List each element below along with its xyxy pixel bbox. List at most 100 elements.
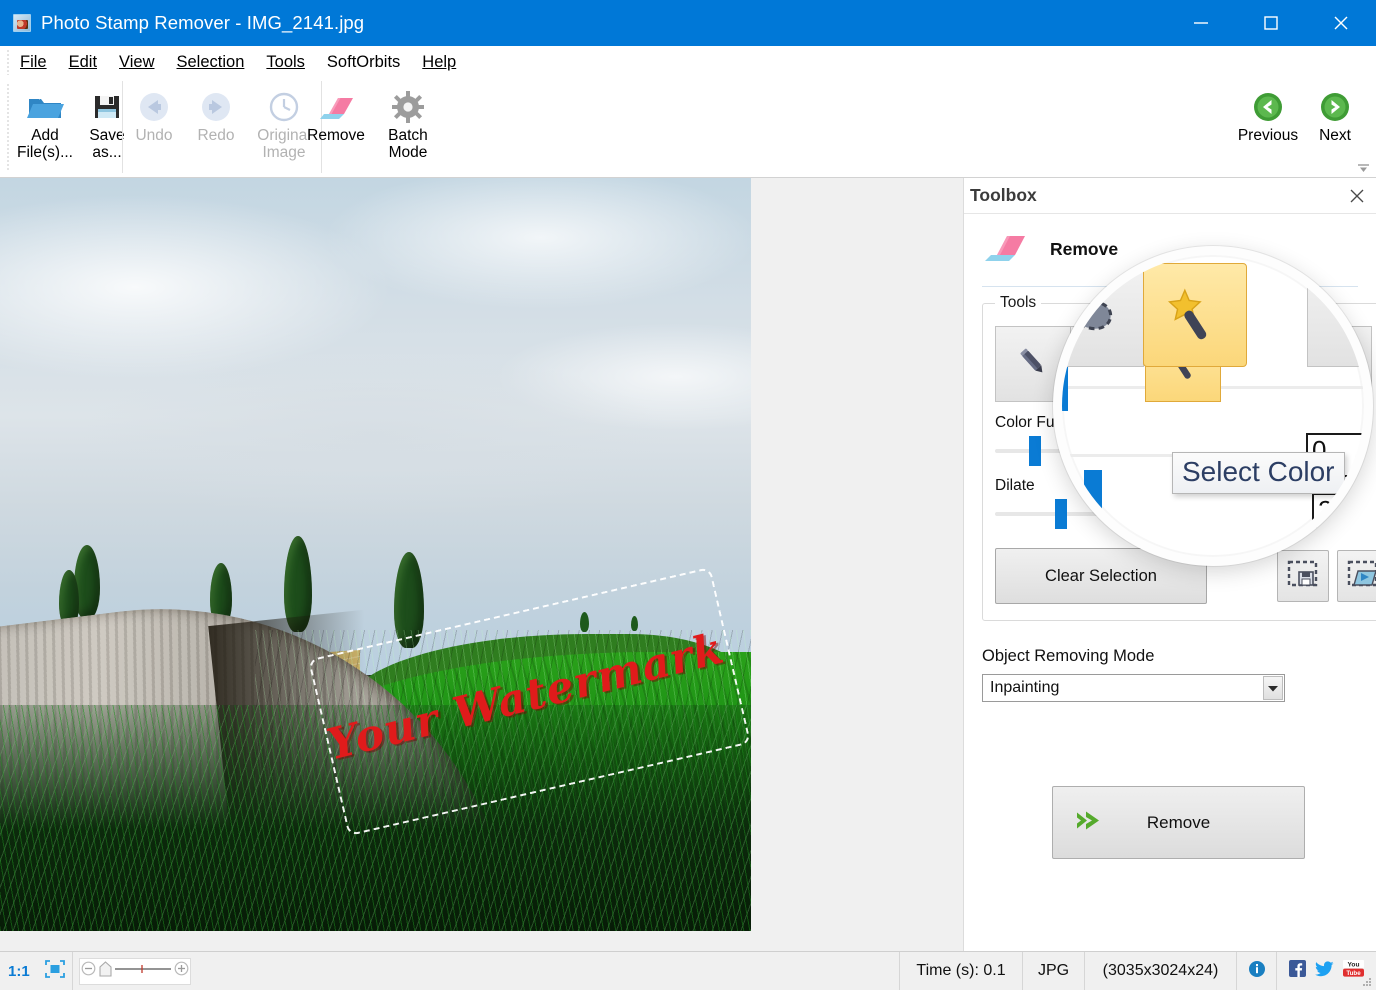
floppy-disk-icon xyxy=(92,88,122,126)
lasso-tool-button[interactable] xyxy=(1070,326,1146,402)
add-files-button[interactable]: Add File(s)... xyxy=(14,81,76,173)
info-button[interactable] xyxy=(1237,951,1277,990)
menu-bar: File Edit View Selection Tools SoftOrbit… xyxy=(0,46,1376,79)
dilate-thumb[interactable] xyxy=(1055,499,1067,529)
green-double-arrow-icon xyxy=(1073,805,1113,840)
object-removing-mode-select[interactable]: Inpainting xyxy=(982,674,1285,702)
menu-help[interactable]: Help xyxy=(411,51,467,74)
remove-ribbon-button[interactable]: Remove xyxy=(300,81,372,173)
app-icon xyxy=(13,14,31,32)
batch-mode-button[interactable]: Batch Mode xyxy=(372,81,444,173)
menu-file[interactable]: File xyxy=(9,51,58,74)
facebook-icon[interactable] xyxy=(1289,960,1306,982)
object-removing-mode-value: Inpainting xyxy=(990,679,1060,696)
status-spacer xyxy=(197,951,900,990)
status-bar: 1:1 Time (s): 0.1 JPG (3035x3024x24) You… xyxy=(0,951,1376,990)
remove-action-button[interactable]: Remove xyxy=(1052,786,1305,859)
menu-softorbits[interactable]: SoftOrbits xyxy=(316,51,411,74)
chevron-down-icon[interactable] xyxy=(1263,676,1283,700)
section-divider xyxy=(982,286,1358,287)
object-removing-mode-label: Object Removing Mode xyxy=(982,647,1155,665)
zoom-in-icon[interactable] xyxy=(174,961,189,981)
undo-label: Undo xyxy=(135,127,173,144)
twitter-icon[interactable] xyxy=(1315,960,1334,982)
more-options-icon[interactable] xyxy=(1357,161,1370,174)
previous-label: Previous xyxy=(1237,127,1299,144)
menu-view-label: View xyxy=(119,53,155,71)
zoom-home-handle-icon[interactable] xyxy=(99,960,112,982)
close-button[interactable] xyxy=(1306,0,1376,46)
toolbox-close-icon[interactable] xyxy=(1348,187,1366,205)
dilate-label: Dilate xyxy=(995,477,1035,494)
menu-softorbits-label: SoftOrbits xyxy=(326,53,401,71)
image-dimensions-label: (3035x3024x24) xyxy=(1085,951,1237,990)
save-selection-button[interactable] xyxy=(1277,550,1329,602)
minimize-button[interactable] xyxy=(1166,0,1236,46)
processing-time-label: Time (s): 0.1 xyxy=(900,951,1023,990)
image-canvas[interactable]: Your Watermark xyxy=(0,178,751,931)
stamp-tool-button[interactable] xyxy=(1296,326,1372,402)
tool-buttons-row xyxy=(995,326,1376,402)
zoom-track[interactable] xyxy=(114,962,171,980)
dilate-block: Dilate 2 xyxy=(995,477,1376,529)
next-button[interactable]: Next xyxy=(1304,81,1366,173)
clear-selection-button[interactable]: Clear Selection xyxy=(995,548,1207,604)
fit-to-window-button[interactable] xyxy=(38,952,72,990)
tools-group: Tools Color Fuz 0 Dilate 2 Clear Selecti… xyxy=(982,294,1376,621)
save-as-label: Save as... xyxy=(89,127,125,161)
dilate-value[interactable]: 2 xyxy=(1255,500,1317,528)
toolbox-panel: Toolbox Remove Tools Color Fuz 0 Dilate … xyxy=(963,178,1376,951)
color-fuzz-block: Color Fuz 0 xyxy=(995,414,1376,466)
toolbox-header: Toolbox xyxy=(964,178,1376,214)
ribbon-group-history: Undo Redo Original Image xyxy=(122,81,322,173)
color-fuzz-value[interactable]: 0 xyxy=(1255,437,1317,465)
menu-tools[interactable]: Tools xyxy=(255,51,316,74)
menu-view[interactable]: View xyxy=(108,51,165,74)
green-left-arrow-icon xyxy=(1252,88,1284,126)
redo-label: Redo xyxy=(197,127,235,144)
svg-text:Tube: Tube xyxy=(1346,970,1361,977)
redo-button[interactable]: Redo xyxy=(185,81,247,173)
menu-tools-label: Tools xyxy=(266,53,305,71)
magic-wand-tool-button[interactable] xyxy=(1145,326,1221,402)
window-controls xyxy=(1166,0,1376,46)
image-workspace[interactable]: Your Watermark xyxy=(0,178,963,951)
ribbon-group-file: Add File(s)... Save as... xyxy=(14,81,138,173)
undo-button[interactable]: Undo xyxy=(123,81,185,173)
pencil-tool-button[interactable] xyxy=(995,326,1071,402)
menu-edit[interactable]: Edit xyxy=(58,51,108,74)
menu-file-label: File xyxy=(20,53,47,71)
ribbon-group-action: Remove Batch Mode xyxy=(300,81,444,173)
svg-text:You: You xyxy=(1348,961,1360,968)
menu-selection-label: Selection xyxy=(176,53,245,71)
gear-icon xyxy=(392,88,424,126)
remove-section-title: Remove xyxy=(1050,238,1119,259)
title-bar: Photo Stamp Remover - IMG_2141.jpg xyxy=(0,0,1376,46)
remove-section-header: Remove xyxy=(982,226,1358,272)
maximize-button[interactable] xyxy=(1236,0,1306,46)
window-title: Photo Stamp Remover - IMG_2141.jpg xyxy=(41,12,365,33)
color-fuzz-slider[interactable] xyxy=(995,436,1245,466)
toolbar-ribbon: Add File(s)... Save as... Undo Redo Orig… xyxy=(0,79,1376,178)
lasso-tool-icon xyxy=(1088,345,1128,384)
redo-arrow-icon xyxy=(200,88,232,126)
green-right-arrow-icon xyxy=(1319,88,1351,126)
add-files-label: Add File(s)... xyxy=(17,127,73,161)
fit-to-window-icon xyxy=(44,959,66,984)
color-fuzz-row: 0 xyxy=(995,436,1376,466)
zoom-out-icon[interactable] xyxy=(81,961,96,981)
dilate-slider[interactable] xyxy=(995,499,1245,529)
resize-grip-icon[interactable] xyxy=(1361,975,1373,987)
eraser-icon xyxy=(982,229,1028,270)
menu-selection[interactable]: Selection xyxy=(166,51,256,74)
zoom-slider[interactable] xyxy=(78,957,191,985)
selection-actions-row: Clear Selection xyxy=(995,548,1376,604)
ribbon-group-navigate: Previous Next xyxy=(1232,81,1366,173)
file-format-label: JPG xyxy=(1023,951,1085,990)
color-fuzz-label: Color Fuz xyxy=(995,414,1063,431)
previous-button[interactable]: Previous xyxy=(1232,81,1304,173)
undo-arrow-icon xyxy=(138,88,170,126)
zoom-ratio-label[interactable]: 1:1 xyxy=(0,963,38,980)
color-fuzz-thumb[interactable] xyxy=(1029,436,1041,466)
load-selection-button[interactable] xyxy=(1337,550,1376,602)
